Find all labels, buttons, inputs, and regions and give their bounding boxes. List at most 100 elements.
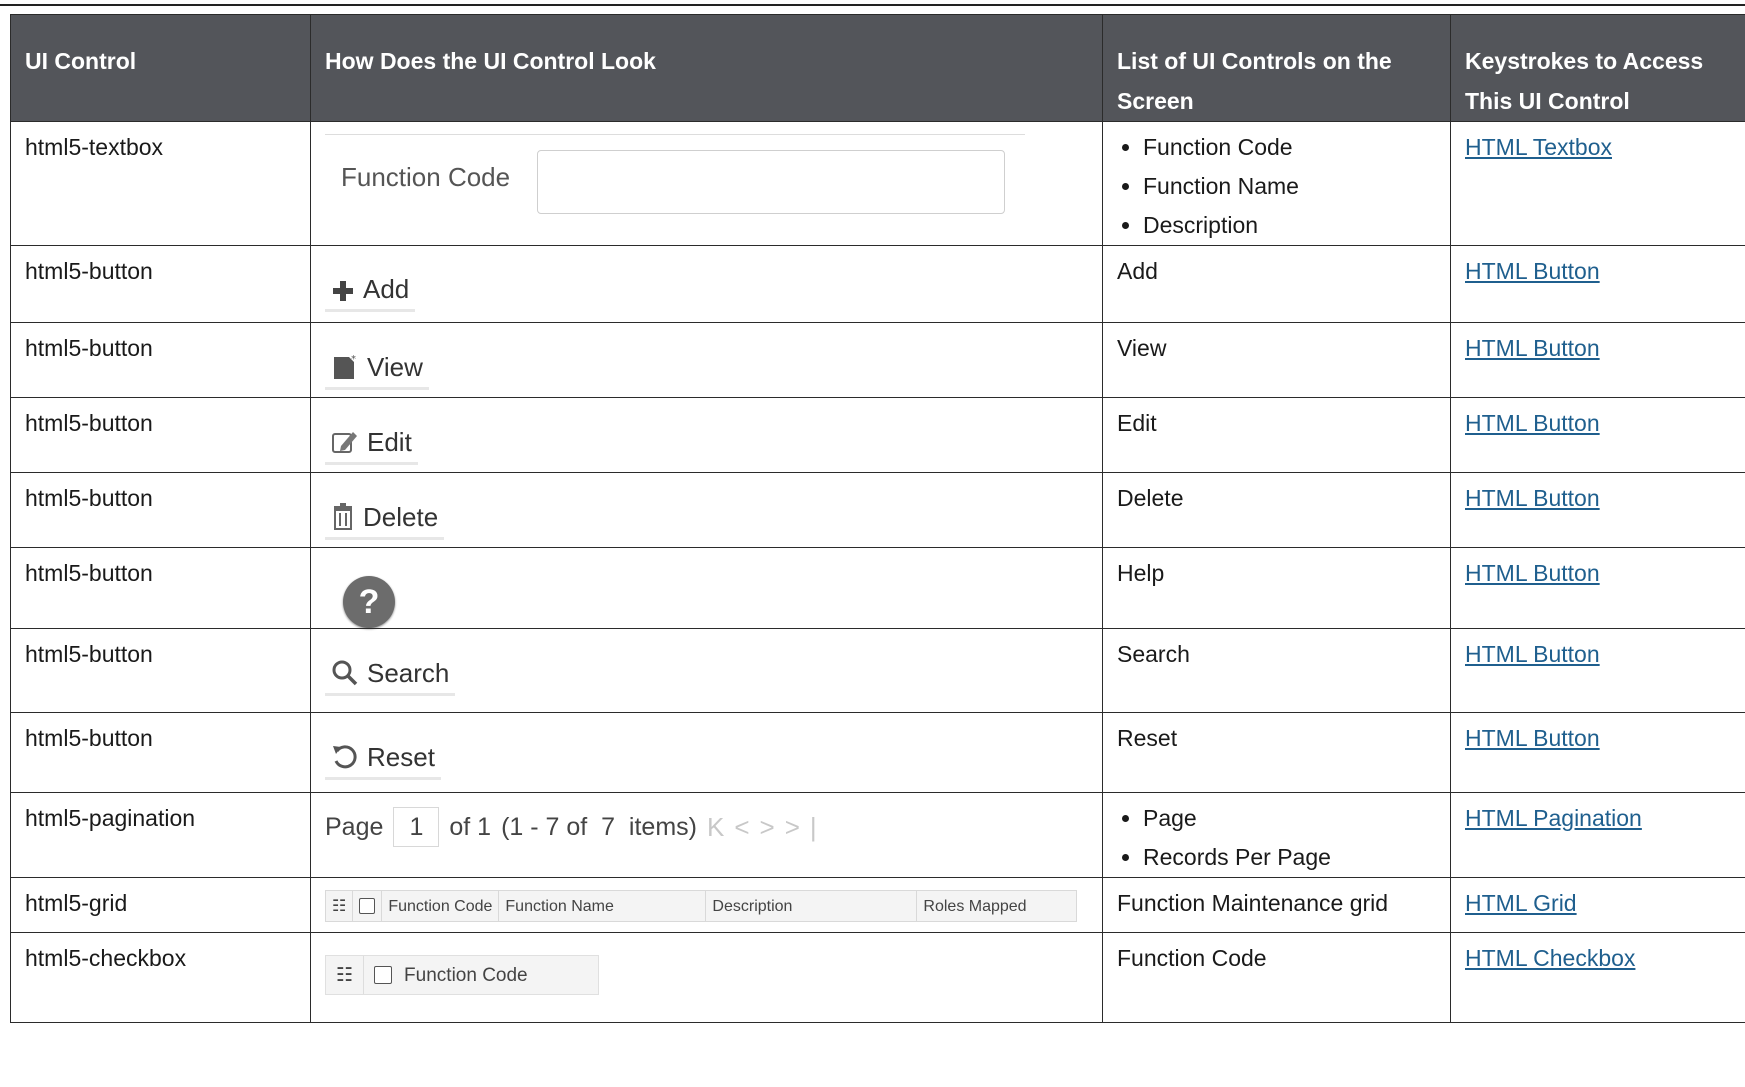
list-item: Page [1143, 799, 1436, 838]
list-item: Description [1143, 206, 1436, 245]
keystrokes-link[interactable]: HTML Checkbox [1465, 945, 1635, 971]
grid-column-header[interactable]: Function Name [499, 891, 707, 921]
header-keystrokes: Keystrokes to Access This UI Control [1450, 14, 1745, 122]
svg-text:*: * [351, 354, 356, 365]
button-label: Search [367, 658, 450, 688]
trash-icon [334, 503, 352, 530]
list-item: Function Name [1143, 167, 1436, 206]
control-preview: ☷ Function Code Function Name Descriptio… [310, 877, 1103, 933]
control-name: html5-grid [10, 877, 311, 933]
add-button-preview[interactable]: Add [325, 274, 416, 312]
keystrokes-link[interactable]: HTML Button [1465, 258, 1600, 284]
header-how-look: How Does the UI Control Look [310, 14, 1103, 122]
help-icon[interactable]: ? [343, 576, 395, 628]
keystrokes-link[interactable]: HTML Button [1465, 641, 1600, 667]
control-list: Edit [1102, 397, 1451, 473]
header-row: UI Control How Does the UI Control Look … [10, 14, 1745, 122]
control-preview: Delete [310, 472, 1103, 548]
keystrokes-link[interactable]: HTML Button [1465, 335, 1600, 361]
search-icon [332, 660, 358, 686]
keystrokes-cell: HTML Button [1450, 397, 1745, 473]
control-preview: Search [310, 628, 1103, 713]
table-row: html5-button ? Help HTML Button [10, 547, 1745, 629]
control-preview: Page 1 of 1 (1 - 7 of 7 items) K<>>| [310, 792, 1103, 878]
button-label: Edit [367, 427, 412, 457]
reset-icon [333, 745, 357, 769]
table-row: html5-button Add Add HTML Button [10, 245, 1745, 323]
grid-select-all-checkbox[interactable] [353, 891, 383, 921]
checkbox-label: Function Code [404, 964, 528, 986]
view-button-preview[interactable]: * View [325, 353, 429, 390]
page-label: Page [325, 812, 384, 841]
keystrokes-link[interactable]: HTML Button [1465, 485, 1600, 511]
function-code-checkbox[interactable] [364, 956, 396, 994]
header-ui-control: UI Control [10, 14, 311, 122]
button-label: Delete [363, 502, 439, 532]
range-text: (1 - 7 of 7 items) [501, 812, 697, 841]
grid-preview: ☷ Function Code Function Name Descriptio… [325, 890, 1077, 922]
control-preview: * View [310, 322, 1103, 398]
button-label: View [367, 352, 423, 382]
plus-icon [333, 281, 353, 301]
table-row: html5-button Delete Delete HTML Button [10, 472, 1745, 548]
first-page-icon[interactable]: K [707, 812, 734, 842]
grid-column-header[interactable]: Roles Mapped [917, 891, 1032, 921]
control-list: Help [1102, 547, 1451, 629]
button-label: Add [363, 274, 410, 304]
edit-button-preview[interactable]: Edit [325, 428, 418, 465]
keystrokes-cell: HTML Button [1450, 472, 1745, 548]
hierarchy-icon: ☷ [326, 956, 365, 994]
header-list-controls: List of UI Controls on the Screen [1102, 14, 1451, 122]
delete-button-preview[interactable]: Delete [325, 502, 445, 540]
edit-pencil-icon [332, 432, 357, 453]
keystrokes-link[interactable]: HTML Button [1465, 725, 1600, 751]
control-name: html5-button [10, 322, 311, 398]
control-name: html5-button [10, 712, 311, 793]
keystrokes-cell: HTML Textbox [1450, 121, 1745, 246]
table-row: html5-button Reset Reset HTML Button [10, 712, 1745, 793]
control-list: Add [1102, 245, 1451, 323]
ui-controls-table: UI Control How Does the UI Control Look … [10, 14, 1745, 1023]
grid-column-header[interactable]: Function Code [382, 891, 500, 921]
control-preview: Add [310, 245, 1103, 323]
control-list: Delete [1102, 472, 1451, 548]
control-name: html5-checkbox [10, 932, 311, 1023]
last-page-icon[interactable]: >| [785, 812, 827, 842]
page-input[interactable]: 1 [393, 807, 440, 847]
grid-column-header[interactable]: Description [706, 891, 918, 921]
keystrokes-link[interactable]: HTML Textbox [1465, 134, 1612, 160]
control-name: html5-pagination [10, 792, 311, 878]
control-name: html5-button [10, 245, 311, 323]
table-row: html5-textbox Function Code Function Cod… [10, 121, 1745, 246]
checkbox-preview: ☷ Function Code [325, 955, 599, 995]
prev-page-icon[interactable]: < [734, 812, 759, 842]
next-page-icon[interactable]: > [760, 812, 785, 842]
page-of-text: of 1 [449, 812, 492, 841]
control-list: View [1102, 322, 1451, 398]
control-preview: ☷ Function Code [310, 932, 1103, 1023]
function-code-input[interactable] [537, 150, 1005, 214]
keystrokes-link[interactable]: HTML Button [1465, 410, 1600, 436]
control-name: html5-button [10, 472, 311, 548]
button-label: Reset [367, 742, 435, 772]
keystrokes-cell: HTML Button [1450, 547, 1745, 629]
view-document-icon: * [334, 354, 356, 379]
keystrokes-cell: HTML Grid [1450, 877, 1745, 933]
control-preview: ? [310, 547, 1103, 629]
keystrokes-cell: HTML Button [1450, 628, 1745, 713]
keystrokes-cell: HTML Button [1450, 245, 1745, 323]
table-row: html5-grid ☷ Function Code Function Name… [10, 877, 1745, 933]
reset-button-preview[interactable]: Reset [325, 743, 441, 780]
keystrokes-cell: HTML Button [1450, 712, 1745, 793]
control-list: Function Code Function Name Description [1102, 121, 1451, 246]
keystrokes-link[interactable]: HTML Pagination [1465, 805, 1642, 831]
control-name: html5-button [10, 547, 311, 629]
control-list: Page Records Per Page [1102, 792, 1451, 878]
table-row: html5-button * View View HTML Button [10, 322, 1745, 398]
keystrokes-link[interactable]: HTML Grid [1465, 890, 1577, 916]
keystrokes-cell: HTML Checkbox [1450, 932, 1745, 1023]
control-list: Function Code [1102, 932, 1451, 1023]
table-row: html5-pagination Page 1 of 1 (1 - 7 of 7… [10, 792, 1745, 878]
search-button-preview[interactable]: Search [325, 658, 456, 696]
keystrokes-link[interactable]: HTML Button [1465, 560, 1600, 586]
